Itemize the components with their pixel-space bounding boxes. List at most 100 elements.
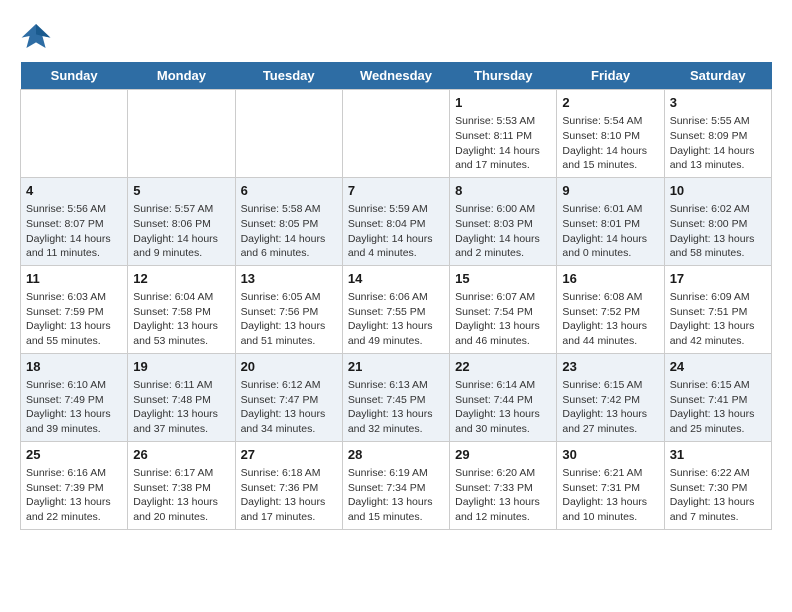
day-number: 19 (133, 358, 229, 376)
weekday-header-monday: Monday (128, 62, 235, 90)
calendar-cell: 8 Sunrise: 6:00 AMSunset: 8:03 PMDaylight… (450, 177, 557, 265)
calendar-cell: 25Sunrise: 6:16 AMSunset: 7:39 PMDayligh… (21, 441, 128, 529)
calendar-cell: 5 Sunrise: 5:57 AMSunset: 8:06 PMDaylight… (128, 177, 235, 265)
calendar-cell (235, 90, 342, 178)
calendar-cell (21, 90, 128, 178)
day-number: 4 (26, 182, 122, 200)
day-number: 2 (562, 94, 658, 112)
day-number: 31 (670, 446, 766, 464)
calendar-cell: 15Sunrise: 6:07 AMSunset: 7:54 PMDayligh… (450, 265, 557, 353)
weekday-header-thursday: Thursday (450, 62, 557, 90)
day-number: 7 (348, 182, 444, 200)
day-number: 5 (133, 182, 229, 200)
calendar-cell: 7 Sunrise: 5:59 AMSunset: 8:04 PMDaylight… (342, 177, 449, 265)
calendar-week-3: 11 Sunrise: 6:03 AMSunset: 7:59 PMDayligh… (21, 265, 772, 353)
day-number: 23 (562, 358, 658, 376)
calendar-cell: 26 Sunrise: 6:17 AMSunset: 7:38 PMDayligh… (128, 441, 235, 529)
day-info: Sunrise: 6:13 AMSunset: 7:45 PMDaylight:… (348, 378, 444, 437)
calendar-cell: 4 Sunrise: 5:56 AMSunset: 8:07 PMDaylight… (21, 177, 128, 265)
calendar-cell: 10 Sunrise: 6:02 AMSunset: 8:00 PMDayligh… (664, 177, 771, 265)
day-info: Sunrise: 5:56 AMSunset: 8:07 PMDaylight:… (26, 202, 122, 261)
calendar-week-4: 18 Sunrise: 6:10 AMSunset: 7:49 PMDayligh… (21, 353, 772, 441)
day-info: Sunrise: 6:20 AMSunset: 7:33 PMDaylight:… (455, 466, 551, 525)
day-number: 20 (241, 358, 337, 376)
day-info: Sunrise: 6:12 AMSunset: 7:47 PMDaylight:… (241, 378, 337, 437)
day-info: Sunrise: 6:22 AMSunset: 7:30 PMDaylight:… (670, 466, 766, 525)
weekday-header-wednesday: Wednesday (342, 62, 449, 90)
day-number: 6 (241, 182, 337, 200)
day-info: Sunrise: 5:57 AMSunset: 8:06 PMDaylight:… (133, 202, 229, 261)
day-number: 28 (348, 446, 444, 464)
calendar-cell: 23 Sunrise: 6:15 AMSunset: 7:42 PMDayligh… (557, 353, 664, 441)
calendar-cell: 28 Sunrise: 6:19 AMSunset: 7:34 PMDayligh… (342, 441, 449, 529)
calendar-cell: 31 Sunrise: 6:22 AMSunset: 7:30 PMDayligh… (664, 441, 771, 529)
calendar-cell: 14 Sunrise: 6:06 AMSunset: 7:55 PMDayligh… (342, 265, 449, 353)
calendar-cell: 11 Sunrise: 6:03 AMSunset: 7:59 PMDayligh… (21, 265, 128, 353)
day-number: 15 (455, 270, 551, 288)
calendar-week-2: 4 Sunrise: 5:56 AMSunset: 8:07 PMDaylight… (21, 177, 772, 265)
calendar-cell: 22 Sunrise: 6:14 AMSunset: 7:44 PMDayligh… (450, 353, 557, 441)
calendar-cell: 3 Sunrise: 5:55 AMSunset: 8:09 PMDaylight… (664, 90, 771, 178)
day-number: 26 (133, 446, 229, 464)
day-info: Sunrise: 6:05 AMSunset: 7:56 PMDaylight:… (241, 290, 337, 349)
day-info: Sunrise: 5:59 AMSunset: 8:04 PMDaylight:… (348, 202, 444, 261)
calendar-cell: 1 Sunrise: 5:53 AMSunset: 8:11 PMDaylight… (450, 90, 557, 178)
day-number: 30 (562, 446, 658, 464)
day-number: 3 (670, 94, 766, 112)
day-info: Sunrise: 6:06 AMSunset: 7:55 PMDaylight:… (348, 290, 444, 349)
logo (20, 20, 56, 52)
day-number: 18 (26, 358, 122, 376)
day-info: Sunrise: 6:02 AMSunset: 8:00 PMDaylight:… (670, 202, 766, 261)
day-info: Sunrise: 6:04 AMSunset: 7:58 PMDaylight:… (133, 290, 229, 349)
day-info: Sunrise: 5:55 AMSunset: 8:09 PMDaylight:… (670, 114, 766, 173)
calendar-cell: 13Sunrise: 6:05 AMSunset: 7:56 PMDayligh… (235, 265, 342, 353)
calendar-cell (342, 90, 449, 178)
day-info: Sunrise: 5:54 AMSunset: 8:10 PMDaylight:… (562, 114, 658, 173)
day-number: 10 (670, 182, 766, 200)
calendar-cell: 24Sunrise: 6:15 AMSunset: 7:41 PMDayligh… (664, 353, 771, 441)
day-info: Sunrise: 5:53 AMSunset: 8:11 PMDaylight:… (455, 114, 551, 173)
day-info: Sunrise: 6:00 AMSunset: 8:03 PMDaylight:… (455, 202, 551, 261)
calendar-cell: 29Sunrise: 6:20 AMSunset: 7:33 PMDayligh… (450, 441, 557, 529)
calendar-week-5: 25Sunrise: 6:16 AMSunset: 7:39 PMDayligh… (21, 441, 772, 529)
day-info: Sunrise: 6:14 AMSunset: 7:44 PMDaylight:… (455, 378, 551, 437)
day-info: Sunrise: 6:18 AMSunset: 7:36 PMDaylight:… (241, 466, 337, 525)
day-number: 14 (348, 270, 444, 288)
calendar-cell: 19 Sunrise: 6:11 AMSunset: 7:48 PMDayligh… (128, 353, 235, 441)
day-info: Sunrise: 6:19 AMSunset: 7:34 PMDaylight:… (348, 466, 444, 525)
day-info: Sunrise: 6:10 AMSunset: 7:49 PMDaylight:… (26, 378, 122, 437)
day-number: 16 (562, 270, 658, 288)
day-number: 8 (455, 182, 551, 200)
calendar-cell: 9 Sunrise: 6:01 AMSunset: 8:01 PMDaylight… (557, 177, 664, 265)
weekday-header-row: SundayMondayTuesdayWednesdayThursdayFrid… (21, 62, 772, 90)
day-number: 17 (670, 270, 766, 288)
calendar-cell: 2 Sunrise: 5:54 AMSunset: 8:10 PMDaylight… (557, 90, 664, 178)
day-number: 27 (241, 446, 337, 464)
day-number: 25 (26, 446, 122, 464)
day-number: 11 (26, 270, 122, 288)
day-info: Sunrise: 6:03 AMSunset: 7:59 PMDaylight:… (26, 290, 122, 349)
calendar-table: SundayMondayTuesdayWednesdayThursdayFrid… (20, 62, 772, 530)
day-info: Sunrise: 6:15 AMSunset: 7:41 PMDaylight:… (670, 378, 766, 437)
day-info: Sunrise: 6:08 AMSunset: 7:52 PMDaylight:… (562, 290, 658, 349)
day-info: Sunrise: 6:15 AMSunset: 7:42 PMDaylight:… (562, 378, 658, 437)
day-info: Sunrise: 6:01 AMSunset: 8:01 PMDaylight:… (562, 202, 658, 261)
calendar-cell: 17 Sunrise: 6:09 AMSunset: 7:51 PMDayligh… (664, 265, 771, 353)
day-info: Sunrise: 6:11 AMSunset: 7:48 PMDaylight:… (133, 378, 229, 437)
logo-icon (20, 20, 52, 52)
day-info: Sunrise: 6:21 AMSunset: 7:31 PMDaylight:… (562, 466, 658, 525)
day-info: Sunrise: 6:09 AMSunset: 7:51 PMDaylight:… (670, 290, 766, 349)
day-number: 9 (562, 182, 658, 200)
day-info: Sunrise: 5:58 AMSunset: 8:05 PMDaylight:… (241, 202, 337, 261)
page-header (20, 20, 772, 52)
calendar-cell: 6 Sunrise: 5:58 AMSunset: 8:05 PMDaylight… (235, 177, 342, 265)
day-number: 22 (455, 358, 551, 376)
day-number: 1 (455, 94, 551, 112)
calendar-cell: 18 Sunrise: 6:10 AMSunset: 7:49 PMDayligh… (21, 353, 128, 441)
day-info: Sunrise: 6:17 AMSunset: 7:38 PMDaylight:… (133, 466, 229, 525)
calendar-cell (128, 90, 235, 178)
weekday-header-tuesday: Tuesday (235, 62, 342, 90)
calendar-cell: 30 Sunrise: 6:21 AMSunset: 7:31 PMDayligh… (557, 441, 664, 529)
day-number: 12 (133, 270, 229, 288)
calendar-cell: 27 Sunrise: 6:18 AMSunset: 7:36 PMDayligh… (235, 441, 342, 529)
